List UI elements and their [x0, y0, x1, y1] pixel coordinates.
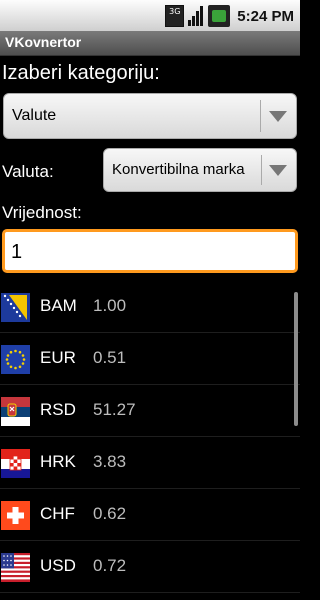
category-spinner[interactable]: Valute: [3, 93, 297, 139]
chevron-down-icon: [269, 165, 287, 176]
value-label: Vrijednost:: [2, 203, 82, 222]
divider: [260, 100, 261, 132]
flag-bosnia-icon: [1, 293, 30, 322]
currency-rate: 51.27: [93, 400, 136, 419]
list-item[interactable]: CHF 0.62: [0, 489, 300, 541]
signal-icon: [187, 5, 205, 27]
list-item[interactable]: USD 0.72: [0, 541, 300, 593]
flag-serbia-icon: [1, 397, 30, 426]
status-time: 5:24 PM: [237, 7, 294, 25]
currency-code: BAM: [40, 296, 77, 315]
chevron-down-icon: [269, 111, 287, 122]
currency-rate: 3.83: [93, 452, 127, 471]
status-icons: 3G 5:24 PM: [165, 4, 294, 28]
network-3g-icon: 3G: [165, 5, 185, 27]
currency-code: CHF: [40, 504, 75, 523]
value-input[interactable]: [11, 238, 281, 266]
flag-eu-icon: [1, 345, 30, 374]
currency-rate: 1.00: [93, 296, 127, 315]
currency-selected: Konvertibilna marka: [112, 161, 245, 178]
list-scrollbar[interactable]: [294, 292, 298, 426]
currency-label: Valuta:: [2, 162, 54, 181]
currency-code: EUR: [40, 348, 76, 367]
currency-code: RSD: [40, 400, 76, 419]
divider: [261, 155, 262, 185]
category-label: Izaberi kategoriju:: [2, 62, 160, 84]
flag-usa-icon: [1, 553, 30, 582]
flag-switzerland-icon: [1, 501, 30, 530]
list-item[interactable]: HRK 3.83: [0, 437, 300, 489]
list-item[interactable]: RSD 51.27: [0, 385, 300, 437]
currency-code: HRK: [40, 452, 76, 471]
status-bar: 3G 5:24 PM: [0, 0, 300, 31]
currency-spinner[interactable]: Konvertibilna marka: [103, 148, 297, 192]
list-item[interactable]: BAM 1.00: [0, 281, 300, 333]
battery-icon: [208, 5, 231, 27]
value-input-box[interactable]: [2, 229, 298, 273]
list-item[interactable]: EUR 0.51: [0, 333, 300, 385]
rates-list[interactable]: BAM 1.00 EUR 0.51 RSD 51.27 HRK 3.83 CHF…: [0, 281, 300, 593]
currency-code: USD: [40, 556, 76, 575]
currency-rate: 0.62: [93, 504, 127, 523]
category-selected: Valute: [12, 107, 57, 124]
currency-rate: 0.51: [93, 348, 127, 367]
app-title-bar: VKovnertor: [0, 31, 300, 56]
app-title: VKovnertor: [5, 34, 82, 50]
flag-croatia-icon: [1, 449, 30, 478]
currency-rate: 0.72: [93, 556, 127, 575]
